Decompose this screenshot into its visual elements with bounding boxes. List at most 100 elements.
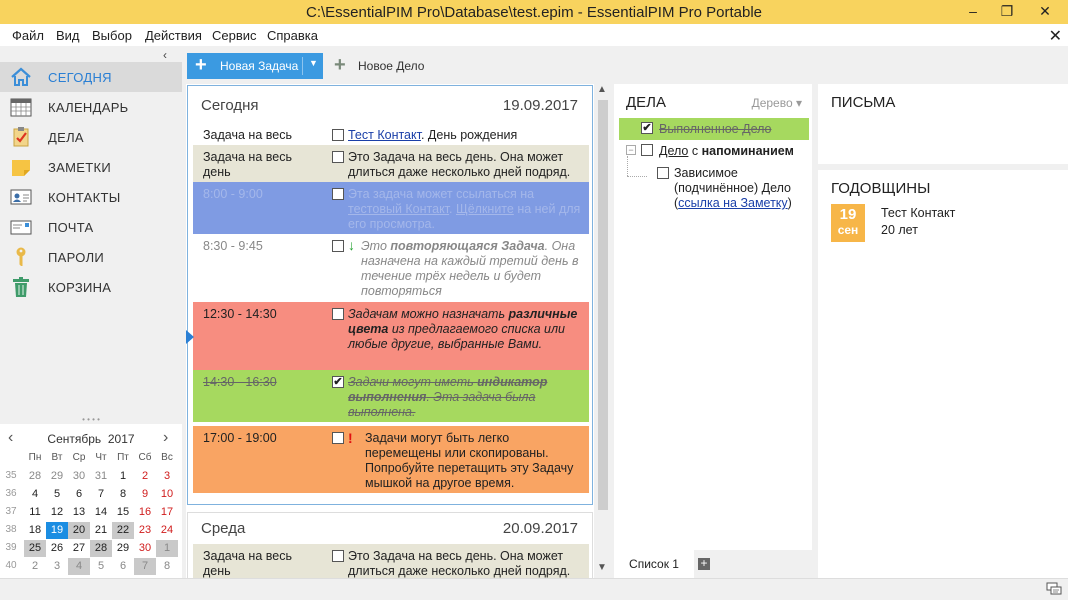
calendar-day[interactable]: 30: [68, 468, 90, 485]
chevron-down-icon[interactable]: ▼: [309, 58, 318, 68]
sidebar-item-mail[interactable]: ПОЧТА: [0, 212, 182, 242]
sidebar-item-passwords[interactable]: ПАРОЛИ: [0, 242, 182, 272]
calendar-day[interactable]: 29: [46, 468, 68, 485]
calendar-day-with-tasks[interactable]: 4: [68, 558, 90, 575]
calendar-day[interactable]: 23: [134, 522, 156, 539]
calendar-day[interactable]: 6: [68, 486, 90, 503]
calendar-day[interactable]: 27: [68, 540, 90, 557]
scroll-up-icon[interactable]: ▲: [597, 84, 607, 95]
task-row[interactable]: 8:00 - 9:00 Эта задача может ссылаться н…: [193, 182, 589, 234]
task-row[interactable]: Задача на весь день Это Задача на весь д…: [193, 145, 589, 182]
menu-selection[interactable]: Выбор: [92, 28, 132, 43]
scroll-down-icon[interactable]: ▼: [597, 562, 607, 573]
anniversary-contact-name[interactable]: Тест Контакт: [881, 206, 955, 220]
calendar-day[interactable]: 21: [90, 522, 112, 539]
tasks-scrollbar[interactable]: ▲ ▼: [594, 84, 612, 578]
calendar-day[interactable]: 17: [156, 504, 178, 521]
task-checkbox[interactable]: [332, 432, 344, 444]
calendar-day[interactable]: 8: [112, 486, 134, 503]
menu-file[interactable]: Файл: [12, 28, 44, 43]
add-list-button[interactable]: +: [698, 557, 710, 570]
calendar-day[interactable]: 5: [90, 558, 112, 575]
calendar-month-label[interactable]: Сентябрь 2017: [0, 432, 182, 446]
task-checkbox[interactable]: [332, 308, 344, 320]
calendar-day[interactable]: 11: [24, 504, 46, 521]
calendar-day[interactable]: 5: [46, 486, 68, 503]
menu-help[interactable]: Справка: [267, 28, 318, 43]
calendar-day-with-tasks[interactable]: 20: [68, 522, 90, 539]
item-checkbox[interactable]: [641, 144, 653, 156]
calendar-day-with-tasks[interactable]: 28: [90, 540, 112, 557]
calendar-day[interactable]: 13: [68, 504, 90, 521]
contact-link[interactable]: Тест Контакт: [348, 128, 421, 142]
task-row[interactable]: 12:30 - 14:30 Задачам можно назначать ра…: [193, 302, 589, 370]
calendar-day[interactable]: 8: [156, 558, 178, 575]
scrollbar-thumb[interactable]: [598, 100, 608, 510]
click-link[interactable]: Щёлкните: [456, 202, 514, 216]
calendar-day[interactable]: 15: [112, 504, 134, 521]
calendar-day[interactable]: 4: [24, 486, 46, 503]
calendar-day[interactable]: 2: [24, 558, 46, 575]
task-row[interactable]: Задача на весь Тест Контакт. День рожден…: [193, 123, 589, 145]
task-row[interactable]: 17:00 - 19:00 ! Задачи могут быть легко …: [193, 426, 589, 493]
calendar-next-button[interactable]: ›: [163, 429, 168, 447]
close-window-button[interactable]: ✕: [1030, 0, 1060, 24]
calendar-day[interactable]: 29: [112, 540, 134, 557]
item-checkbox[interactable]: [657, 167, 669, 179]
task-row[interactable]: 14:30 - 16:30 ✔ Задачи могут иметь индик…: [193, 370, 589, 422]
calendar-day[interactable]: 3: [46, 558, 68, 575]
menu-service[interactable]: Сервис: [212, 28, 257, 43]
contact-link[interactable]: тестовый Контакт: [348, 202, 449, 216]
item-row-reminder[interactable]: − Дело с напоминанием: [619, 142, 809, 164]
sidebar-item-today[interactable]: СЕГОДНЯ: [0, 62, 182, 92]
sidebar-item-tasks[interactable]: ДЕЛА: [0, 122, 182, 152]
sidebar-item-contacts[interactable]: КОНТАКТЫ: [0, 182, 182, 212]
sidebar-item-calendar[interactable]: КАЛЕНДАРЬ: [0, 92, 182, 122]
calendar-day[interactable]: 26: [46, 540, 68, 557]
calendar-day[interactable]: 2: [134, 468, 156, 485]
calendar-day-with-tasks[interactable]: 1: [156, 540, 178, 557]
calendar-day[interactable]: 9: [134, 486, 156, 503]
item-row-subtask[interactable]: Зависимое (подчинённое) Дело (ссылка на …: [654, 166, 814, 216]
calendar-day-with-tasks[interactable]: 7: [134, 558, 156, 575]
calendar-day[interactable]: 16: [134, 504, 156, 521]
task-checkbox[interactable]: [332, 129, 344, 141]
calendar-day[interactable]: 14: [90, 504, 112, 521]
note-link[interactable]: ссылка на Заметку: [678, 196, 788, 210]
menu-view[interactable]: Вид: [56, 28, 80, 43]
calendar-day-with-tasks[interactable]: 25: [24, 540, 46, 557]
calendar-day[interactable]: 7: [90, 486, 112, 503]
calendar-day[interactable]: 30: [134, 540, 156, 557]
view-mode-dropdown[interactable]: Дерево ▾: [752, 96, 802, 110]
task-checkbox[interactable]: [332, 240, 344, 252]
new-task-button[interactable]: + Новая Задача ▼: [187, 53, 323, 79]
menu-actions[interactable]: Действия: [145, 28, 202, 43]
calendar-day[interactable]: 18: [24, 522, 46, 539]
calendar-day-today[interactable]: 19: [46, 522, 68, 539]
calendar-day[interactable]: 3: [156, 468, 178, 485]
collapse-sidebar-button[interactable]: ‹: [163, 48, 167, 62]
calendar-day-with-tasks[interactable]: 22: [112, 522, 134, 539]
task-row[interactable]: Задача на весь день Это Задача на весь д…: [193, 544, 589, 578]
task-checkbox[interactable]: [332, 188, 344, 200]
sidebar-item-notes[interactable]: ЗАМЕТКИ: [0, 152, 182, 182]
task-checkbox-checked[interactable]: ✔: [332, 376, 344, 388]
calendar-day[interactable]: 28: [24, 468, 46, 485]
calendar-day[interactable]: 24: [156, 522, 178, 539]
task-checkbox[interactable]: [332, 151, 344, 163]
sidebar-item-trash[interactable]: КОРЗИНА: [0, 272, 182, 302]
calendar-day[interactable]: 1: [112, 468, 134, 485]
item-checkbox-checked[interactable]: ✔: [641, 122, 653, 134]
close-database-button[interactable]: ✕: [1049, 26, 1062, 46]
maximize-button[interactable]: ❐: [992, 0, 1022, 24]
new-item-button[interactable]: + Новое Дело: [332, 53, 442, 79]
calendar-day[interactable]: 6: [112, 558, 134, 575]
task-checkbox[interactable]: [332, 550, 344, 562]
item-row-completed[interactable]: ✔ Выполненное Дело: [619, 118, 809, 140]
minimize-button[interactable]: –: [958, 0, 988, 24]
calendar-day[interactable]: 12: [46, 504, 68, 521]
tree-expander[interactable]: −: [626, 145, 636, 155]
task-row[interactable]: 8:30 - 9:45 ↓ Это повторяющаяся Задача. …: [193, 234, 589, 302]
calendar-day[interactable]: 10: [156, 486, 178, 503]
tab-list-1[interactable]: Список 1: [614, 550, 694, 578]
